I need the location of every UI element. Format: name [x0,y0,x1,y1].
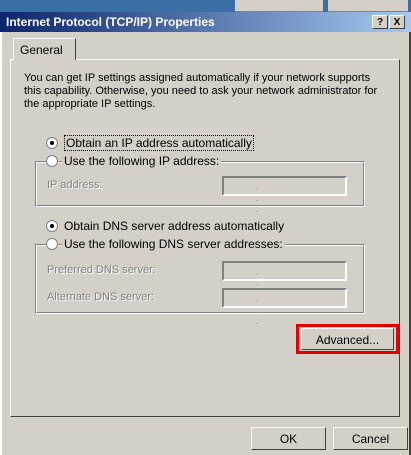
close-button[interactable]: X [389,15,405,29]
obtain-dns-auto-label[interactable]: Obtain DNS server address automatically [64,219,284,233]
tab-general-label: General [20,43,63,57]
use-following-ip-radio[interactable] [46,155,58,167]
ip-address-field: . . . [222,176,347,215]
alternate-dns-label: Alternate DNS server: [47,291,154,303]
description-text: You can get IP settings assigned automat… [24,72,378,110]
tab-general[interactable]: General [13,38,76,60]
background-window-strip [0,0,411,12]
ok-button[interactable]: OK [251,427,326,450]
obtain-ip-auto-radio[interactable] [46,137,58,149]
ip-address-value: . . . [256,182,283,215]
use-following-dns-radio[interactable] [46,238,58,250]
obtain-ip-auto-text: Obtain an IP address automatically [64,135,254,151]
window-title: Internet Protocol (TCP/IP) Properties [6,15,215,29]
preferred-dns-label: Preferred DNS server: [47,264,156,276]
alternate-dns-field: . . . [222,288,347,327]
alternate-dns-value: . . . [256,294,283,327]
advanced-button[interactable]: Advanced... [301,328,394,350]
use-following-dns-label[interactable]: Use the following DNS server addresses: [62,237,285,251]
cancel-button[interactable]: Cancel [333,427,408,450]
background-button [235,0,323,12]
title-bar[interactable]: Internet Protocol (TCP/IP) Properties ? … [0,12,411,32]
ip-address-label: IP address: [47,179,103,191]
obtain-dns-auto-radio[interactable] [46,220,58,232]
use-following-ip-label[interactable]: Use the following IP address: [62,154,222,168]
window-frame-left [0,32,2,455]
preferred-dns-field: . . . [222,261,347,300]
obtain-ip-auto-label[interactable]: Obtain an IP address automatically [64,135,254,151]
background-button [328,0,408,12]
help-button[interactable]: ? [372,15,388,29]
